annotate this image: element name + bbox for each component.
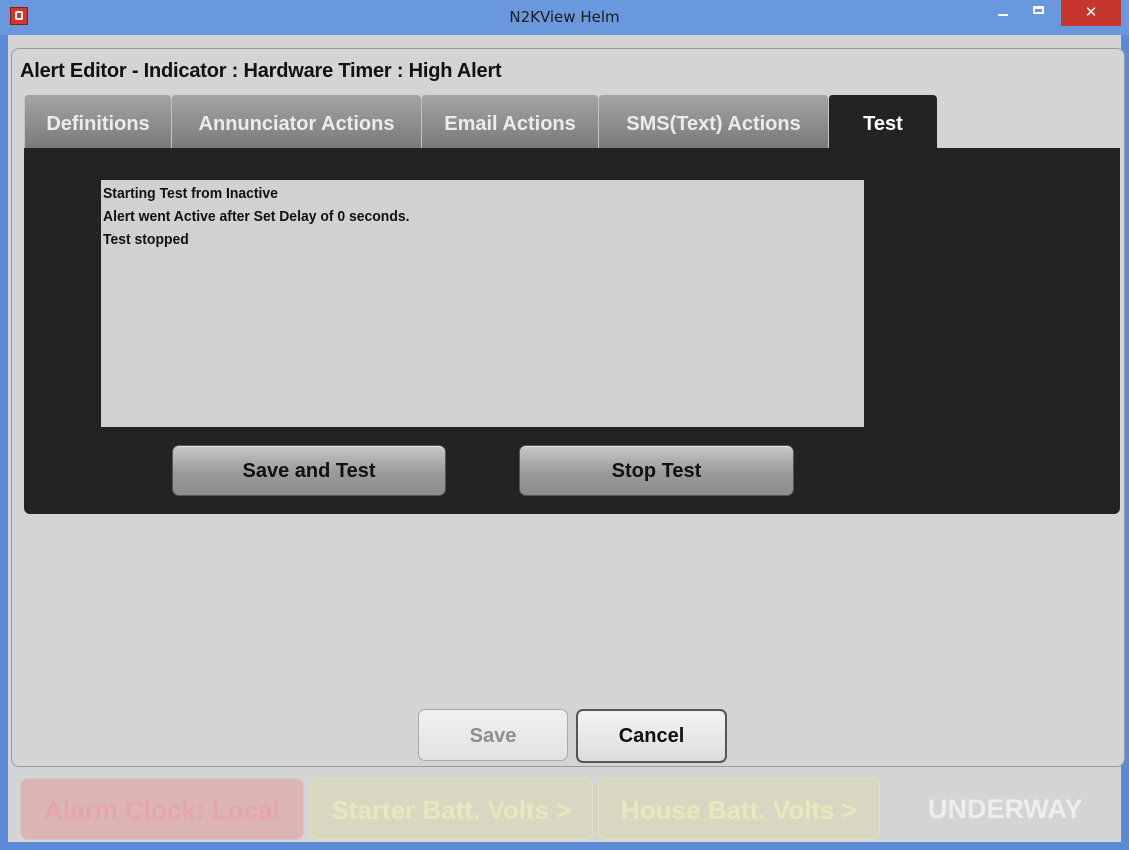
log-line: Starting Test from Inactive [103,185,278,202]
maximize-button[interactable] [1021,0,1057,26]
save-and-test-button[interactable]: Save and Test [172,445,446,496]
tab-test[interactable]: Test [828,95,937,148]
status-starter-batt-volts[interactable]: Starter Batt. Volts > [310,778,593,840]
close-button[interactable]: ✕ [1061,0,1121,26]
dialog-title: Alert Editor - Indicator : Hardware Time… [20,60,502,82]
window-titlebar: N2KView Helm ✕ [0,0,1129,35]
log-line: Test stopped [103,231,189,248]
status-house-batt-volts[interactable]: House Batt. Volts > [598,778,880,840]
cancel-button[interactable]: Cancel [576,709,727,763]
save-button[interactable]: Save [418,709,568,761]
close-icon: ✕ [1084,3,1098,21]
tab-email-actions[interactable]: Email Actions [421,95,598,148]
minimize-button[interactable] [985,0,1021,26]
status-alarm-clock[interactable]: Alarm Clock: Local [20,778,304,840]
test-log: Starting Test from Inactive Alert went A… [101,180,864,427]
tab-definitions[interactable]: Definitions [24,95,171,148]
underway-mode-label: UNDERWAY [928,794,1083,824]
log-line: Alert went Active after Set Delay of 0 s… [103,208,410,225]
stop-test-button[interactable]: Stop Test [519,445,794,496]
tab-annunciator-actions[interactable]: Annunciator Actions [171,95,421,148]
window-title: N2KView Helm [509,8,620,26]
tab-sms-actions[interactable]: SMS(Text) Actions [598,95,828,148]
